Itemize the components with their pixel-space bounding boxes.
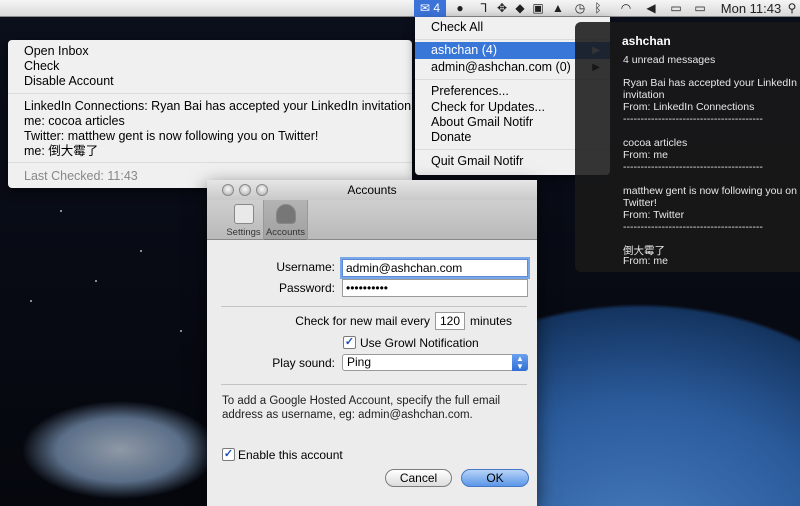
message-item[interactable]: me: cocoa articles: [24, 114, 125, 129]
unread-count: 4: [433, 1, 441, 15]
alert-icon[interactable]: ▲: [550, 0, 566, 17]
password-field[interactable]: ••••••••••: [342, 279, 528, 297]
close-button[interactable]: [222, 184, 234, 196]
growl-label: Use Growl Notification: [360, 336, 479, 350]
cancel-button[interactable]: Cancel: [385, 469, 452, 487]
message-item[interactable]: Twitter: matthew gent is now following y…: [24, 129, 318, 144]
gmail-notifr-menu-extra[interactable]: ✉ 4: [414, 0, 446, 17]
growl-line: invitation: [623, 89, 665, 101]
spotlight-icon[interactable]: ⚲: [784, 0, 800, 17]
growl-line: ----------------------------------------: [623, 161, 763, 173]
dropbox-icon[interactable]: ◆: [512, 0, 528, 17]
growl-line: Ryan Bai has accepted your LinkedIn: [623, 77, 797, 89]
growl-checkbox[interactable]: ✓: [343, 336, 356, 349]
bluetooth-icon[interactable]: ᛒ: [590, 0, 606, 17]
enable-account-checkbox[interactable]: ✓: [222, 448, 235, 461]
menu-separator: [8, 162, 412, 163]
sound-value: Ping: [347, 355, 372, 369]
open-inbox-item[interactable]: Open Inbox: [24, 44, 89, 59]
account-label: admin@ashchan.com (0): [431, 60, 571, 74]
move-icon[interactable]: ✥: [494, 0, 510, 17]
account-submenu: Open Inbox Check Disable Account LinkedI…: [8, 40, 412, 188]
menubar-clock[interactable]: Mon 11:43: [716, 0, 786, 17]
growl-line: From: LinkedIn Connections: [623, 101, 755, 113]
last-checked-text: Last Checked: 11:43: [24, 169, 138, 183]
app-icon[interactable]: ▣: [530, 0, 546, 17]
script-icon[interactable]: Ꞁ: [476, 0, 492, 17]
settings-tab-label: Settings: [226, 227, 261, 238]
account-sheet: Username: admin@ashchan.com Password: ••…: [207, 241, 537, 506]
growl-line: cocoa articles: [623, 137, 688, 149]
interval-label: Check for new mail every: [295, 314, 430, 328]
flag-icon[interactable]: ▭: [668, 0, 684, 17]
desktop-clouds: [0, 360, 230, 506]
growl-line: From: me: [623, 255, 668, 267]
interval-field[interactable]: 120: [435, 312, 465, 330]
interval-suffix: minutes: [470, 314, 513, 328]
time-machine-icon[interactable]: ◷: [572, 0, 588, 17]
growl-line: ----------------------------------------: [623, 113, 763, 125]
people-icon: [275, 204, 296, 224]
divider: [221, 384, 527, 385]
menu-bar: ✉ 4 ● Ꞁ ✥ ◆ ▣ ▲ ◷ ᛒ ◠ ◀ ▭ ▭ Mon 11:43 ⚲: [0, 0, 800, 17]
window-title: Accounts: [347, 183, 397, 197]
growl-line: From: me: [623, 149, 668, 161]
growl-icon[interactable]: ●: [452, 0, 468, 17]
stepper-arrows-icon: ▲ ▼: [512, 354, 528, 371]
username-label: Username:: [276, 260, 335, 274]
accounts-tab-label: Accounts: [265, 227, 306, 238]
ok-button[interactable]: OK: [461, 469, 529, 487]
growl-line: ----------------------------------------: [623, 221, 763, 233]
envelope-icon: ✉: [419, 1, 431, 15]
sound-label: Play sound:: [272, 356, 335, 370]
minimize-button[interactable]: [239, 184, 251, 196]
battery-icon[interactable]: ▭: [690, 0, 710, 17]
volume-icon[interactable]: ◀: [643, 0, 659, 17]
growl-notification[interactable]: ashchan 4 unread messages Ryan Bai has a…: [575, 22, 800, 272]
growl-line: 4 unread messages: [623, 54, 716, 66]
accounts-window: Accounts Settings Accounts Username: adm…: [207, 180, 537, 506]
zoom-button[interactable]: [256, 184, 268, 196]
wifi-icon[interactable]: ◠: [617, 0, 635, 17]
account-label: ashchan (4): [431, 43, 498, 57]
enable-account-label: Enable this account: [238, 448, 343, 462]
growl-line: matthew gent is now following you on: [623, 185, 797, 197]
check-item[interactable]: Check: [24, 59, 59, 74]
accounts-tab[interactable]: Accounts: [263, 200, 308, 240]
settings-icon: [233, 204, 254, 224]
message-item[interactable]: LinkedIn Connections: Ryan Bai has accep…: [24, 99, 411, 114]
divider: [221, 306, 527, 307]
disable-account-item[interactable]: Disable Account: [24, 74, 114, 89]
password-label: Password:: [278, 281, 335, 295]
growl-line: From: Twitter: [623, 209, 685, 221]
window-toolbar: Settings Accounts: [207, 200, 537, 240]
growl-line: Twitter!: [623, 197, 657, 209]
settings-tab[interactable]: Settings: [221, 200, 266, 240]
username-field[interactable]: admin@ashchan.com: [342, 259, 528, 277]
hosted-account-note: To add a Google Hosted Account, specify …: [222, 395, 501, 421]
growl-title: ashchan: [622, 34, 671, 48]
message-item[interactable]: me: 倒大霉了: [24, 144, 98, 159]
menu-separator: [8, 93, 412, 94]
sound-select[interactable]: Ping ▲ ▼: [342, 354, 528, 371]
